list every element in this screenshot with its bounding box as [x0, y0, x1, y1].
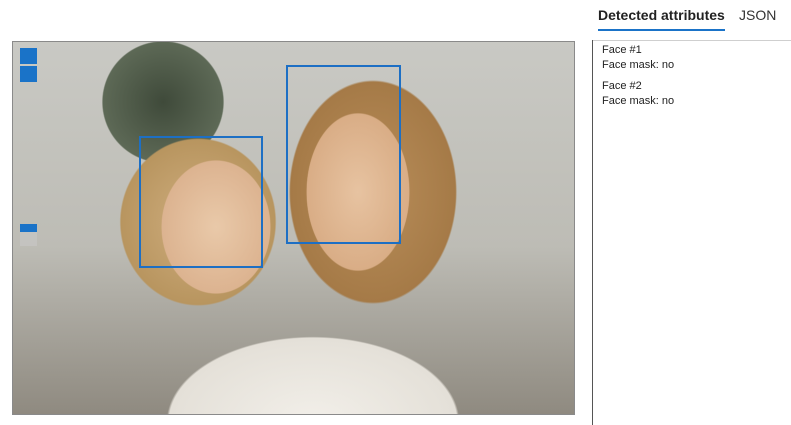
- overlay-slider-track[interactable]: [20, 232, 37, 246]
- face-bounding-box-2[interactable]: [286, 65, 401, 244]
- face-mask-value: Face mask: no: [602, 95, 675, 107]
- overlay-slider-handle[interactable]: [20, 224, 37, 232]
- tab-detected-attributes[interactable]: Detected attributes: [598, 7, 725, 31]
- tab-json[interactable]: JSON: [739, 7, 776, 23]
- face-mask-value: Face mask: no: [602, 59, 675, 71]
- attributes-panel: Face #1 Face mask: no Face #2 Face mask:…: [592, 40, 791, 425]
- face-title: Face #1: [602, 44, 642, 56]
- face-entry-2: Face #2 Face mask: no: [593, 79, 791, 109]
- results-tabs: Detected attributes JSON: [592, 0, 791, 41]
- face-bounding-box-1[interactable]: [139, 136, 263, 268]
- overlay-control-button-2[interactable]: [20, 66, 37, 82]
- overlay-control-button-1[interactable]: [20, 48, 37, 64]
- face-title: Face #2: [602, 80, 642, 92]
- face-entry-1: Face #1 Face mask: no: [593, 43, 791, 73]
